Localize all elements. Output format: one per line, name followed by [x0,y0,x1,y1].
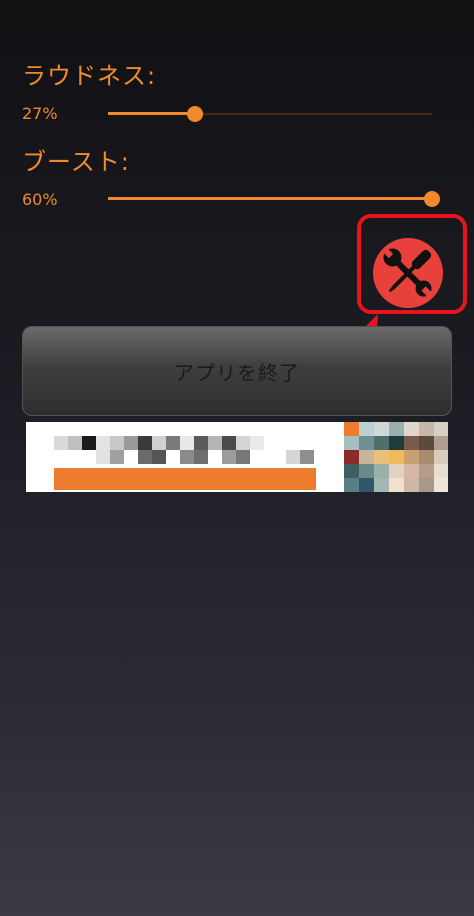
boost-slider[interactable] [108,187,440,211]
loudness-label: ラウドネス: [22,62,157,90]
boost-label: ブースト: [22,148,130,176]
loudness-slider[interactable] [108,102,432,126]
exit-app-button[interactable]: アプリを終了 [22,326,452,416]
slider-fill [108,112,196,115]
settings-tools-button[interactable] [372,237,444,309]
wrench-screwdriver-icon [373,238,443,308]
loudness-value: 27% [22,104,58,123]
boost-value: 60% [22,190,58,209]
ad-banner[interactable] [26,422,448,492]
ad-banner-image [344,422,448,492]
ad-banner-bar [54,468,316,490]
slider-thumb[interactable] [187,106,204,122]
slider-thumb[interactable] [424,191,440,207]
slider-fill [108,197,432,200]
exit-app-label: アプリを終了 [174,360,300,385]
